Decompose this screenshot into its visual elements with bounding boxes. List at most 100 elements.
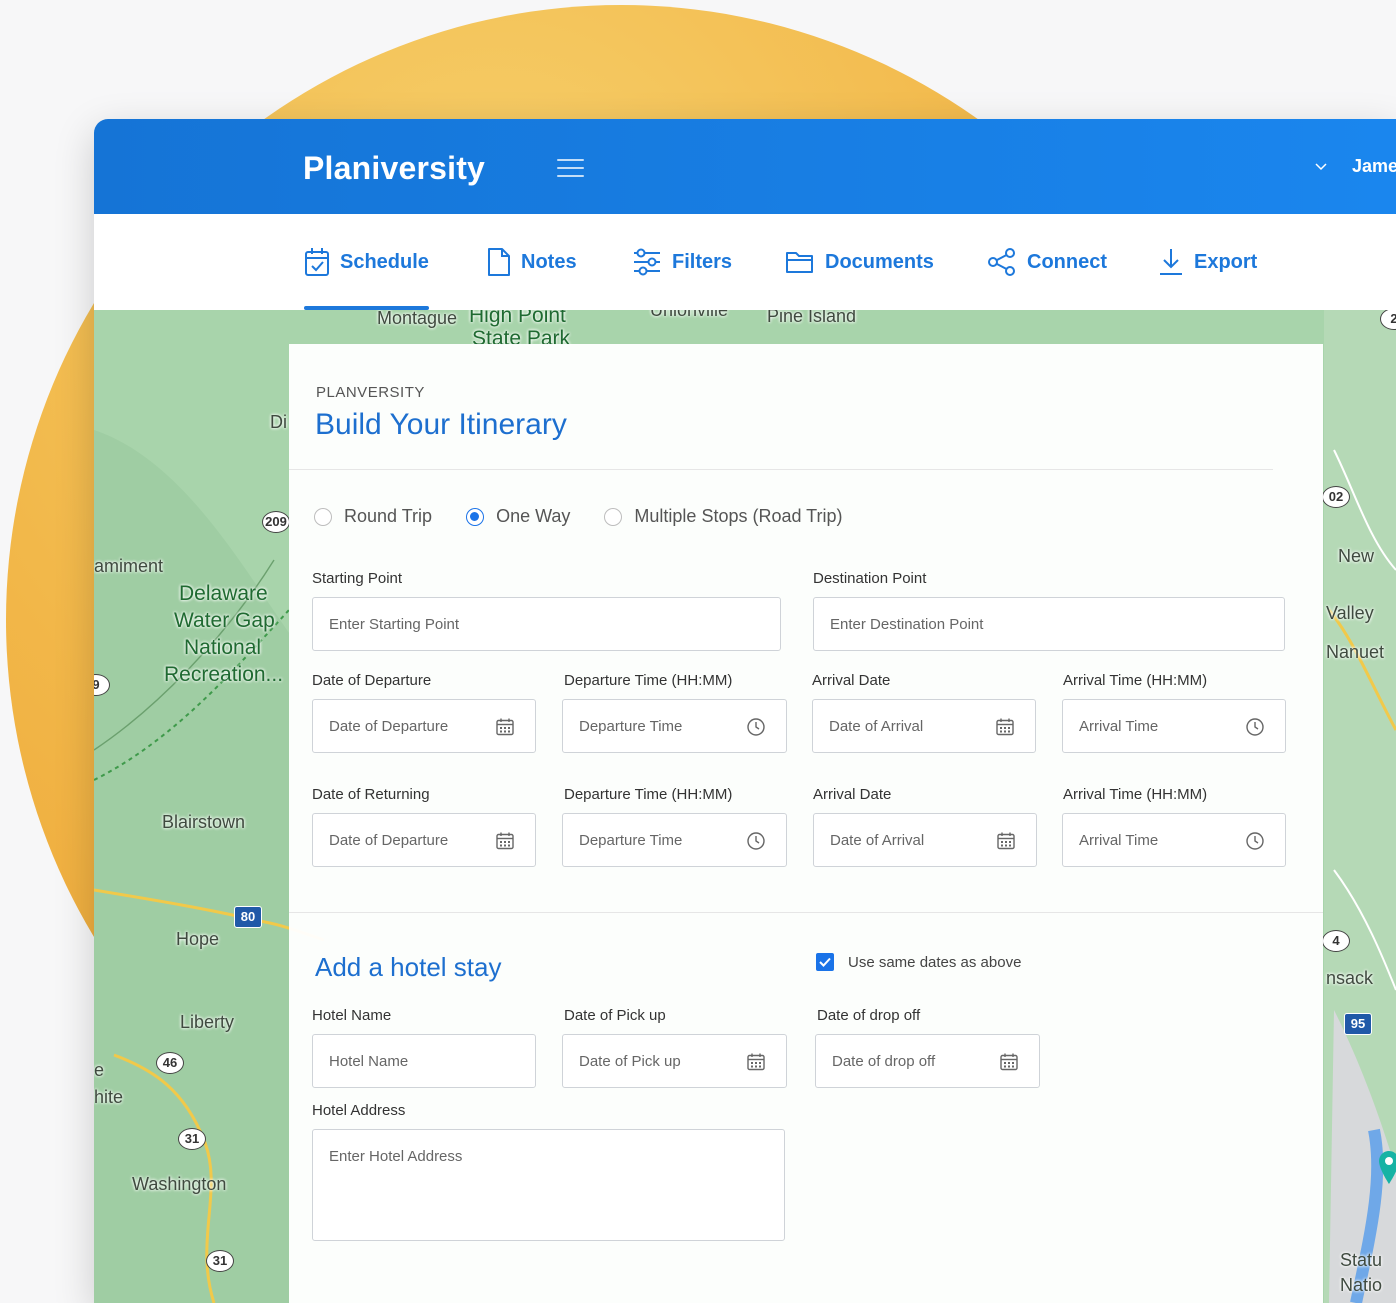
folder-icon bbox=[786, 252, 813, 273]
placeholder: Date of Departure bbox=[329, 718, 449, 735]
calendar-icon[interactable] bbox=[995, 717, 1015, 737]
tab-label: Notes bbox=[521, 250, 577, 273]
map-label: Montague bbox=[377, 310, 458, 328]
sliders-icon bbox=[634, 248, 660, 276]
tab-schedule[interactable]: Schedule bbox=[304, 214, 429, 310]
placeholder: Hotel Name bbox=[329, 1053, 409, 1070]
map-label: Delaware bbox=[179, 582, 268, 605]
tab-label: Export bbox=[1194, 250, 1258, 273]
map-label: Blairstown bbox=[162, 812, 246, 832]
placeholder: Date of Arrival bbox=[830, 832, 925, 849]
calendar-icon[interactable] bbox=[999, 1052, 1019, 1072]
route-shield: 95 bbox=[1344, 1013, 1372, 1035]
form-eyebrow: PLANVERSITY bbox=[316, 384, 425, 401]
return-arrival-time-label: Arrival Time (HH:MM) bbox=[1063, 786, 1208, 803]
departure-date-input[interactable]: Date of Departure bbox=[312, 699, 536, 753]
return-date-label: Date of Returning bbox=[312, 786, 430, 803]
top-bar: Planiversity Jame bbox=[94, 119, 1396, 214]
pickup-date-input[interactable]: Date of Pick up bbox=[562, 1034, 787, 1088]
tab-label: Filters bbox=[672, 250, 733, 273]
clock-icon[interactable] bbox=[746, 831, 766, 851]
calendar-icon[interactable] bbox=[746, 1052, 766, 1072]
map-label: Water Gap bbox=[174, 609, 275, 632]
radio-dot bbox=[314, 507, 332, 526]
placeholder: Departure Time bbox=[579, 718, 683, 735]
user-menu[interactable]: Jame bbox=[1352, 156, 1396, 177]
chevron-down-icon[interactable] bbox=[1314, 159, 1328, 173]
arrival-time-label: Arrival Time (HH:MM) bbox=[1063, 672, 1208, 689]
radio-dot bbox=[604, 507, 623, 526]
placeholder: Date of Arrival bbox=[829, 718, 924, 735]
destination-point-input[interactable]: Enter Destination Point bbox=[813, 597, 1285, 651]
departure-date-label: Date of Departure bbox=[312, 672, 432, 689]
check-icon bbox=[819, 957, 831, 967]
map-label: Liberty bbox=[180, 1012, 235, 1032]
hotel-address-textarea[interactable]: Enter Hotel Address bbox=[312, 1129, 785, 1241]
starting-point-input[interactable]: Enter Starting Point bbox=[312, 597, 781, 651]
departure-time-input[interactable]: Departure Time bbox=[562, 699, 787, 753]
map-label: Hope bbox=[176, 929, 220, 949]
return-arrival-date-input[interactable]: Date of Arrival bbox=[813, 813, 1037, 867]
checkbox-label: Use same dates as above bbox=[848, 953, 1022, 971]
route-shield: 31 bbox=[178, 1128, 206, 1150]
page-title: Build Your Itinerary bbox=[315, 408, 567, 441]
checkbox-box bbox=[816, 953, 834, 971]
menu-icon[interactable] bbox=[557, 159, 584, 177]
map-label: Recreation... bbox=[164, 663, 284, 686]
return-departure-time-input[interactable]: Departure Time bbox=[562, 813, 787, 867]
radio-label: Round Trip bbox=[344, 506, 433, 526]
radio-dot bbox=[466, 507, 485, 526]
calendar-icon[interactable] bbox=[996, 831, 1016, 851]
arrival-time-input[interactable]: Arrival Time bbox=[1062, 699, 1286, 753]
return-date-input[interactable]: Date of Departure bbox=[312, 813, 536, 867]
tab-bar: Schedule Notes Filters Documents Connect… bbox=[94, 214, 1396, 310]
calendar-icon[interactable] bbox=[495, 717, 515, 737]
clock-icon[interactable] bbox=[1245, 717, 1265, 737]
clock-icon[interactable] bbox=[1245, 831, 1265, 851]
dropoff-date-label: Date of drop off bbox=[817, 1007, 921, 1024]
map-label: Valley bbox=[1326, 603, 1374, 623]
placeholder: Enter Hotel Address bbox=[329, 1148, 463, 1165]
app-logo[interactable]: Planiversity bbox=[303, 150, 485, 187]
placeholder: Date of Pick up bbox=[579, 1053, 681, 1070]
route-shield: 31 bbox=[206, 1250, 234, 1272]
divider bbox=[289, 912, 1323, 913]
map-label: New bbox=[1338, 546, 1375, 566]
placeholder: Arrival Time bbox=[1079, 718, 1159, 735]
arrival-date-label: Arrival Date bbox=[812, 672, 891, 689]
clock-icon[interactable] bbox=[746, 717, 766, 737]
placeholder: Departure Time bbox=[579, 832, 683, 849]
placeholder: Date of drop off bbox=[832, 1053, 936, 1070]
tab-export[interactable]: Export bbox=[1158, 214, 1257, 310]
starting-point-label: Starting Point bbox=[312, 570, 403, 587]
tab-filters[interactable]: Filters bbox=[632, 214, 732, 310]
return-arrival-time-input[interactable]: Arrival Time bbox=[1062, 813, 1286, 867]
radio-round-trip[interactable]: Round Trip bbox=[314, 506, 432, 527]
calendar-icon[interactable] bbox=[495, 831, 515, 851]
itinerary-form: PLANVERSITY Build Your Itinerary Round T… bbox=[289, 344, 1323, 1303]
divider bbox=[289, 469, 1273, 470]
hotel-section-title: Add a hotel stay bbox=[315, 952, 502, 982]
tab-connect[interactable]: Connect bbox=[987, 214, 1107, 310]
app-window: Planiversity Jame Schedule Notes Filters… bbox=[94, 119, 1396, 1303]
map-pin-icon[interactable] bbox=[1378, 1150, 1396, 1186]
hotel-name-input[interactable]: Hotel Name bbox=[312, 1034, 536, 1088]
hotel-name-label: Hotel Name bbox=[312, 1007, 392, 1024]
tab-notes[interactable]: Notes bbox=[487, 214, 577, 310]
dropoff-date-input[interactable]: Date of drop off bbox=[815, 1034, 1040, 1088]
map-label: Pine Island bbox=[767, 310, 857, 326]
radio-label: Multiple Stops (Road Trip) bbox=[634, 506, 843, 526]
route-shield: 80 bbox=[234, 906, 262, 928]
placeholder: Enter Destination Point bbox=[830, 616, 984, 633]
map-label: amiment bbox=[94, 556, 164, 576]
same-dates-checkbox[interactable]: Use same dates as above bbox=[816, 953, 1021, 971]
radio-multiple-stops[interactable]: Multiple Stops (Road Trip) bbox=[604, 506, 843, 527]
hotel-address-label: Hotel Address bbox=[312, 1102, 406, 1119]
placeholder: Date of Departure bbox=[329, 832, 449, 849]
share-icon bbox=[988, 248, 1015, 276]
radio-one-way[interactable]: One Way bbox=[466, 506, 570, 527]
departure-time-label: Departure Time (HH:MM) bbox=[564, 672, 733, 689]
placeholder: Arrival Time bbox=[1079, 832, 1159, 849]
tab-documents[interactable]: Documents bbox=[785, 214, 934, 310]
arrival-date-input[interactable]: Date of Arrival bbox=[812, 699, 1036, 753]
